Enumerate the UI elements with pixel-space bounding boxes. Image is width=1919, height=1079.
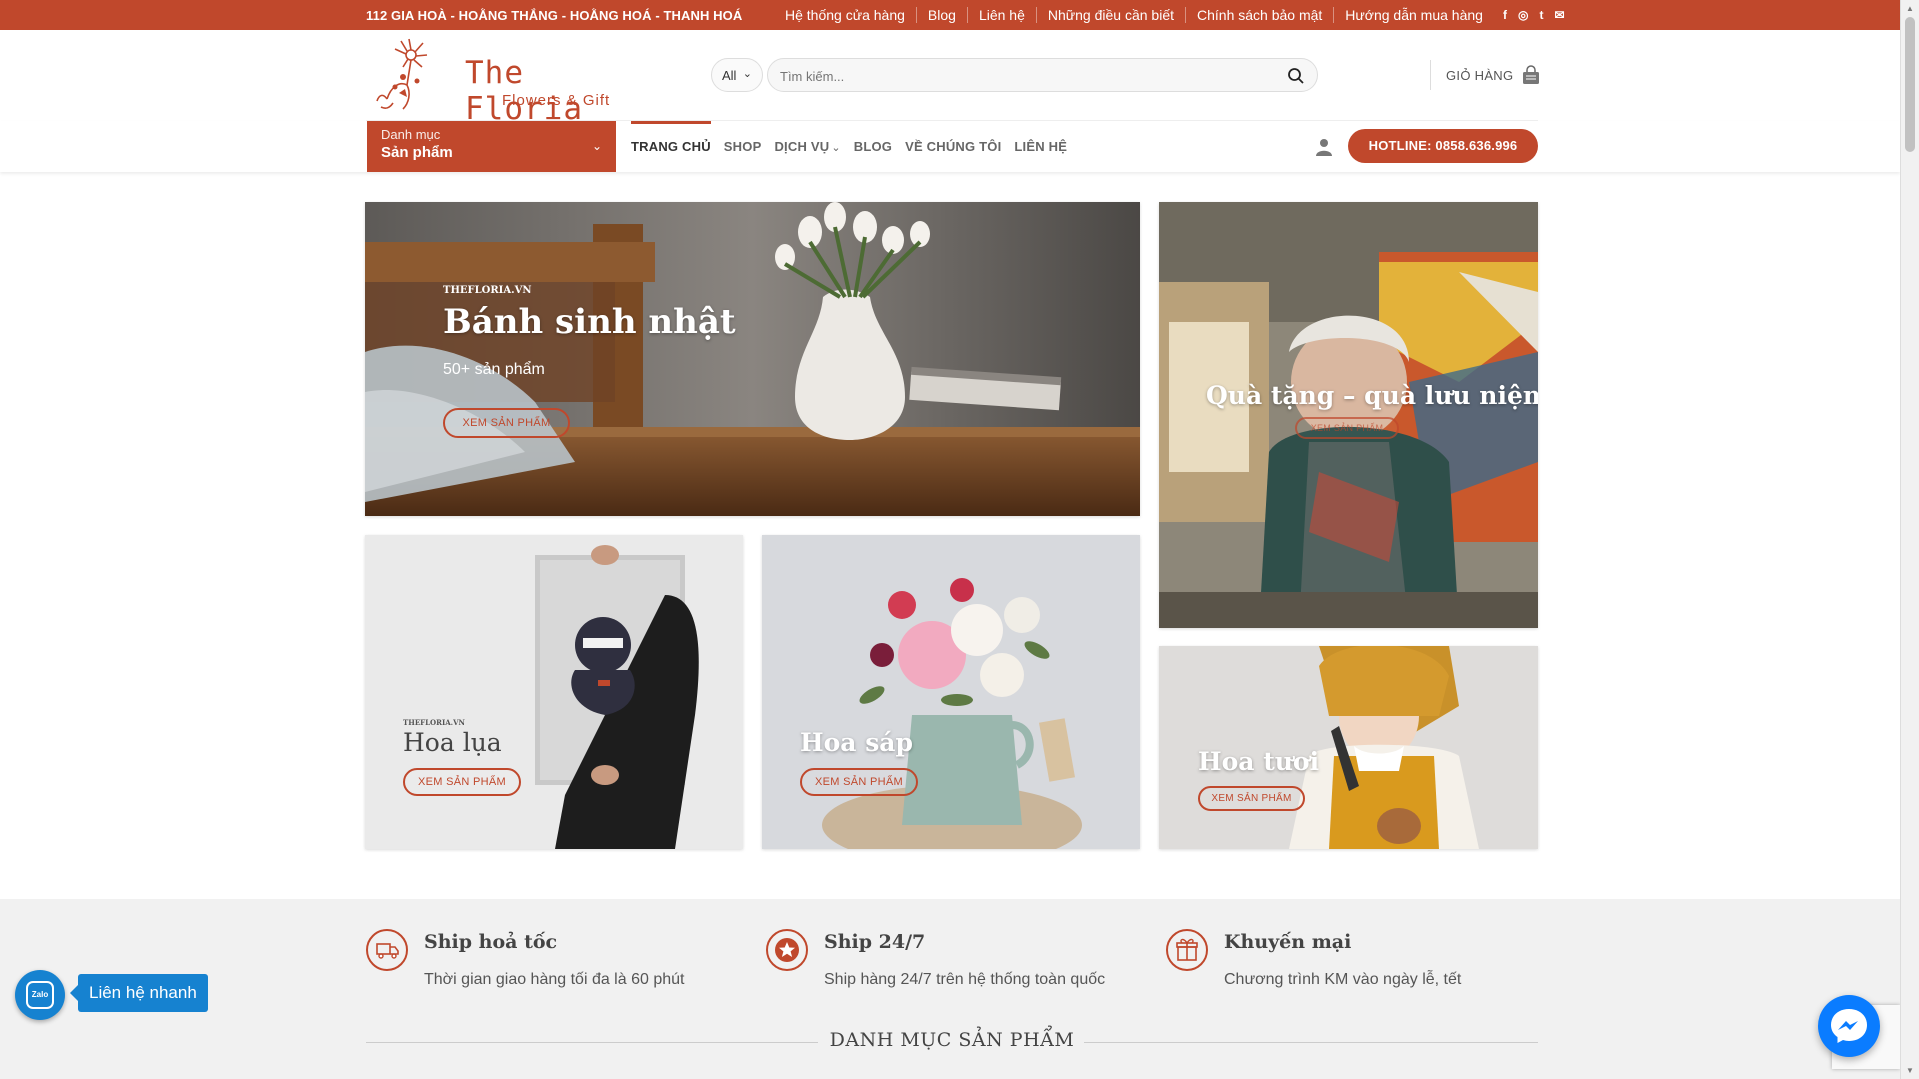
features-section: Ship hoả tốc Thời gian giao hàng tối đa …: [0, 899, 1900, 1079]
top-bar: 112 GIA HOÀ - HOẰNG THẮNG - HOẰNG HOÁ - …: [0, 0, 1900, 30]
email-icon[interactable]: ✉: [1554, 8, 1564, 22]
section-heading: DANH MỤC SẢN PHẨM: [366, 1029, 1538, 1053]
top-link-privacy[interactable]: Chính sách bảo mật: [1185, 7, 1333, 23]
shopping-bag-icon: [1523, 65, 1540, 84]
logo-tagline: Flowers & Gift: [502, 92, 611, 109]
nav-item-blog[interactable]: BLOG: [854, 121, 892, 172]
social-icons: f ◎ t ✉: [1500, 8, 1565, 22]
search-category-select[interactable]: All ⌄: [711, 58, 763, 92]
feature-ship-24-7: Ship 24/7 Ship hàng 24/7 trên hệ thống t…: [766, 929, 1156, 999]
banner-wax-flowers[interactable]: Hoa sáp XEM SẢN PHẨM: [762, 535, 1140, 849]
feature-desc: Ship hàng 24/7 trên hệ thống toàn quốc: [824, 971, 1106, 988]
banner-gifts[interactable]: Quà tặng – quà lưu niệm XEM SẢN PHẨM: [1159, 202, 1538, 628]
nav-item-contact[interactable]: LIÊN HỆ: [1014, 121, 1067, 172]
view-products-button[interactable]: XEM SẢN PHẨM: [1198, 786, 1305, 811]
banner-gift-image: [1159, 202, 1538, 628]
product-category-dropdown[interactable]: Danh mục Sản phẩm ⌄: [367, 121, 616, 172]
cart-label: GIỎ HÀNG: [1446, 67, 1514, 83]
facebook-icon[interactable]: f: [1500, 8, 1510, 22]
user-icon[interactable]: [1314, 137, 1334, 157]
view-products-button[interactable]: XEM SẢN PHẨM: [403, 768, 521, 796]
search-bar: All ⌄: [711, 58, 1318, 92]
nav-item-about[interactable]: VỀ CHÚNG TÔI: [905, 121, 1001, 172]
nav-item-home[interactable]: TRANG CHỦ: [631, 121, 711, 172]
banner-fresh-flowers[interactable]: Hoa tươi XEM SẢN PHẨM: [1159, 646, 1538, 849]
cart-button[interactable]: GIỎ HÀNG: [1430, 60, 1541, 90]
gift-icon: [1166, 929, 1208, 971]
site-logo[interactable]: The Floria Flowers & Gift: [373, 37, 643, 127]
feature-express-ship: Ship hoả tốc Thời gian giao hàng tối đa …: [366, 929, 756, 999]
search-icon[interactable]: [1287, 67, 1305, 85]
banner-title: Hoa sáp: [800, 728, 913, 757]
top-link-contact[interactable]: Liên hệ: [966, 7, 1036, 23]
feature-title: Khuyến mại: [1224, 931, 1352, 953]
truck-icon: [366, 929, 408, 971]
hotline-button[interactable]: HOTLINE: 0858.636.996: [1348, 129, 1538, 163]
search-box: [767, 58, 1318, 92]
banner-site-label: THEFLORIA.VN: [403, 718, 465, 727]
banner-silk-flowers[interactable]: THEFLORIA.VN Hoa lụa XEM SẢN PHẨM: [365, 535, 743, 849]
top-links: Hệ thống cửa hàng Blog Liên hệ Những điề…: [785, 7, 1565, 23]
view-products-button[interactable]: XEM SẢN PHẨM: [443, 408, 570, 438]
main-nav: Danh mục Sản phẩm ⌄ TRANG CHỦ SHOP DỊCH …: [0, 121, 1900, 172]
view-products-button[interactable]: XEM SẢN PHẨM: [1295, 417, 1399, 439]
feature-title: Ship hoả tốc: [424, 931, 558, 953]
banner-site-label: THEFLORIA.VN: [443, 285, 532, 296]
banner-birthday-cake[interactable]: THEFLORIA.VN Bánh sinh nhật 50+ sản phẩm…: [365, 202, 1140, 516]
divider: [1084, 1042, 1538, 1043]
banner-title: Hoa lụa: [403, 728, 502, 757]
top-link-blog[interactable]: Blog: [915, 7, 967, 23]
section-title: DANH MỤC SẢN PHẨM: [829, 1029, 1075, 1051]
banner-wax-image: [762, 535, 1140, 849]
logo-name: The Floria: [465, 55, 583, 127]
page-scrollbar[interactable]: ▲ ▼: [1900, 0, 1919, 1079]
chevron-down-icon: ⌄: [831, 142, 841, 154]
messenger-chat-button[interactable]: [1818, 995, 1880, 1057]
store-address: 112 GIA HOÀ - HOẰNG THẮNG - HOẰNG HOÁ - …: [366, 8, 743, 23]
scroll-down-icon[interactable]: ▼: [1906, 1066, 1914, 1075]
feature-desc: Chương trình KM vào ngày lễ, tết: [1224, 971, 1462, 988]
chevron-down-icon: ⌄: [591, 139, 602, 153]
feature-title: Ship 24/7: [824, 931, 926, 953]
search-input[interactable]: [780, 66, 1260, 86]
top-link-buying-guide[interactable]: Hướng dẫn mua hàng: [1333, 7, 1494, 23]
banner-subtitle: 50+ sản phẩm: [443, 361, 545, 378]
nav-menu: TRANG CHỦ SHOP DỊCH VỤ ⌄ BLOG VỀ CHÚNG TÔ…: [631, 121, 1080, 172]
zalo-chat-button[interactable]: Zalo: [15, 970, 65, 1020]
header: The Floria Flowers & Gift All ⌄ GIỎ HÀNG: [0, 30, 1900, 127]
feature-promotions: Khuyến mại Chương trình KM vào ngày lễ, …: [1166, 929, 1556, 999]
banner-silk-image: [365, 535, 743, 849]
banner-cake-image: [365, 202, 1140, 516]
twitter-icon[interactable]: t: [1536, 8, 1546, 22]
messenger-icon: [1831, 1009, 1867, 1043]
view-products-button[interactable]: XEM SẢN PHẨM: [800, 768, 918, 796]
banner-title: Quà tặng – quà lưu niệm: [1206, 381, 1538, 410]
zalo-icon: Zalo: [26, 981, 54, 1009]
instagram-icon[interactable]: ◎: [1518, 8, 1528, 22]
chevron-down-icon: ⌄: [742, 68, 752, 80]
banner-title: Hoa tươi: [1198, 747, 1320, 776]
nav-item-services[interactable]: DỊCH VỤ ⌄: [774, 121, 840, 172]
quick-contact-label[interactable]: Liên hệ nhanh: [70, 974, 208, 1012]
nav-item-shop[interactable]: SHOP: [724, 121, 762, 172]
flower-logo-icon: [376, 38, 428, 110]
scroll-up-icon[interactable]: ▲: [1906, 4, 1914, 13]
category-label-small: Danh mục: [381, 127, 441, 142]
scrollbar-thumb[interactable]: [1905, 17, 1915, 152]
top-link-need-to-know[interactable]: Những điều cần biết: [1035, 7, 1185, 23]
banner-title: Bánh sinh nhật: [443, 302, 736, 342]
feature-desc: Thời gian giao hàng tối đa là 60 phút: [424, 971, 685, 988]
top-link-stores[interactable]: Hệ thống cửa hàng: [785, 7, 916, 23]
star-icon: [766, 929, 808, 971]
category-label-big: Sản phẩm: [381, 144, 453, 161]
